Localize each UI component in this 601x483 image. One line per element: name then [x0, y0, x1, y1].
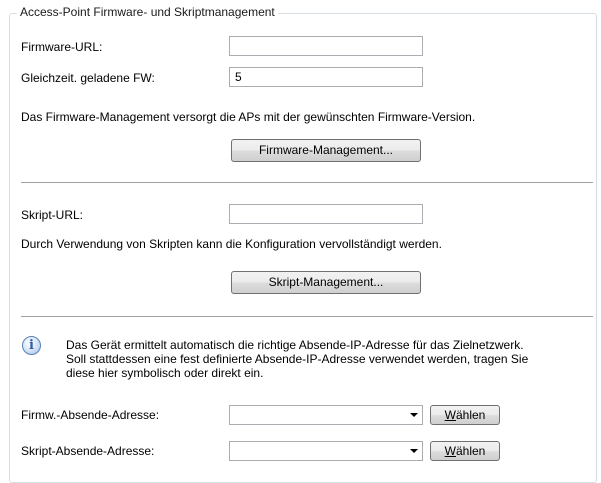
separator-1	[21, 182, 593, 183]
script-url-input[interactable]	[229, 204, 423, 224]
firmware-url-input[interactable]	[229, 36, 423, 56]
info-text: Das Gerät ermittelt automatisch die rich…	[66, 338, 586, 380]
script-description: Durch Verwendung von Skripten kann die K…	[21, 237, 442, 251]
info-line: Das Gerät ermittelt automatisch die rich…	[66, 338, 524, 352]
info-line: diese hier symbolisch oder direkt ein.	[66, 366, 264, 380]
concurrent-fw-input[interactable]	[229, 67, 423, 87]
firmware-sender-address-combo[interactable]	[229, 405, 423, 425]
choose-script-sender-button[interactable]: Wählen	[430, 441, 500, 461]
choose-mnemonic: W	[444, 408, 456, 422]
choose-label: ählen	[455, 408, 486, 422]
choose-label: ählen	[455, 444, 486, 458]
info-line: Soll stattdessen eine fest definierte Ab…	[66, 352, 529, 366]
script-sender-address-label: Skript-Absende-Adresse:	[21, 444, 155, 458]
chevron-down-icon[interactable]	[410, 449, 418, 453]
choose-firmware-sender-button[interactable]: Wählen	[430, 405, 500, 425]
groupbox-title: Access-Point Firmware- und Skriptmanagem…	[17, 5, 278, 19]
script-management-button[interactable]: Skript-Management...	[231, 271, 421, 294]
firmware-management-button[interactable]: Firmware-Management...	[231, 139, 421, 162]
firmware-sender-address-label: Firmw.-Absende-Adresse:	[21, 408, 160, 422]
separator-2	[21, 316, 593, 317]
info-icon: i	[22, 336, 41, 355]
firmware-url-label: Firmware-URL:	[21, 40, 103, 54]
concurrent-fw-label: Gleichzeit. geladene FW:	[21, 71, 155, 85]
chevron-down-icon[interactable]	[410, 413, 418, 417]
choose-mnemonic: W	[444, 444, 456, 458]
script-url-label: Skript-URL:	[21, 208, 84, 222]
firmware-description: Das Firmware-Management versorgt die APs…	[21, 110, 476, 124]
script-sender-address-combo[interactable]	[229, 441, 423, 461]
